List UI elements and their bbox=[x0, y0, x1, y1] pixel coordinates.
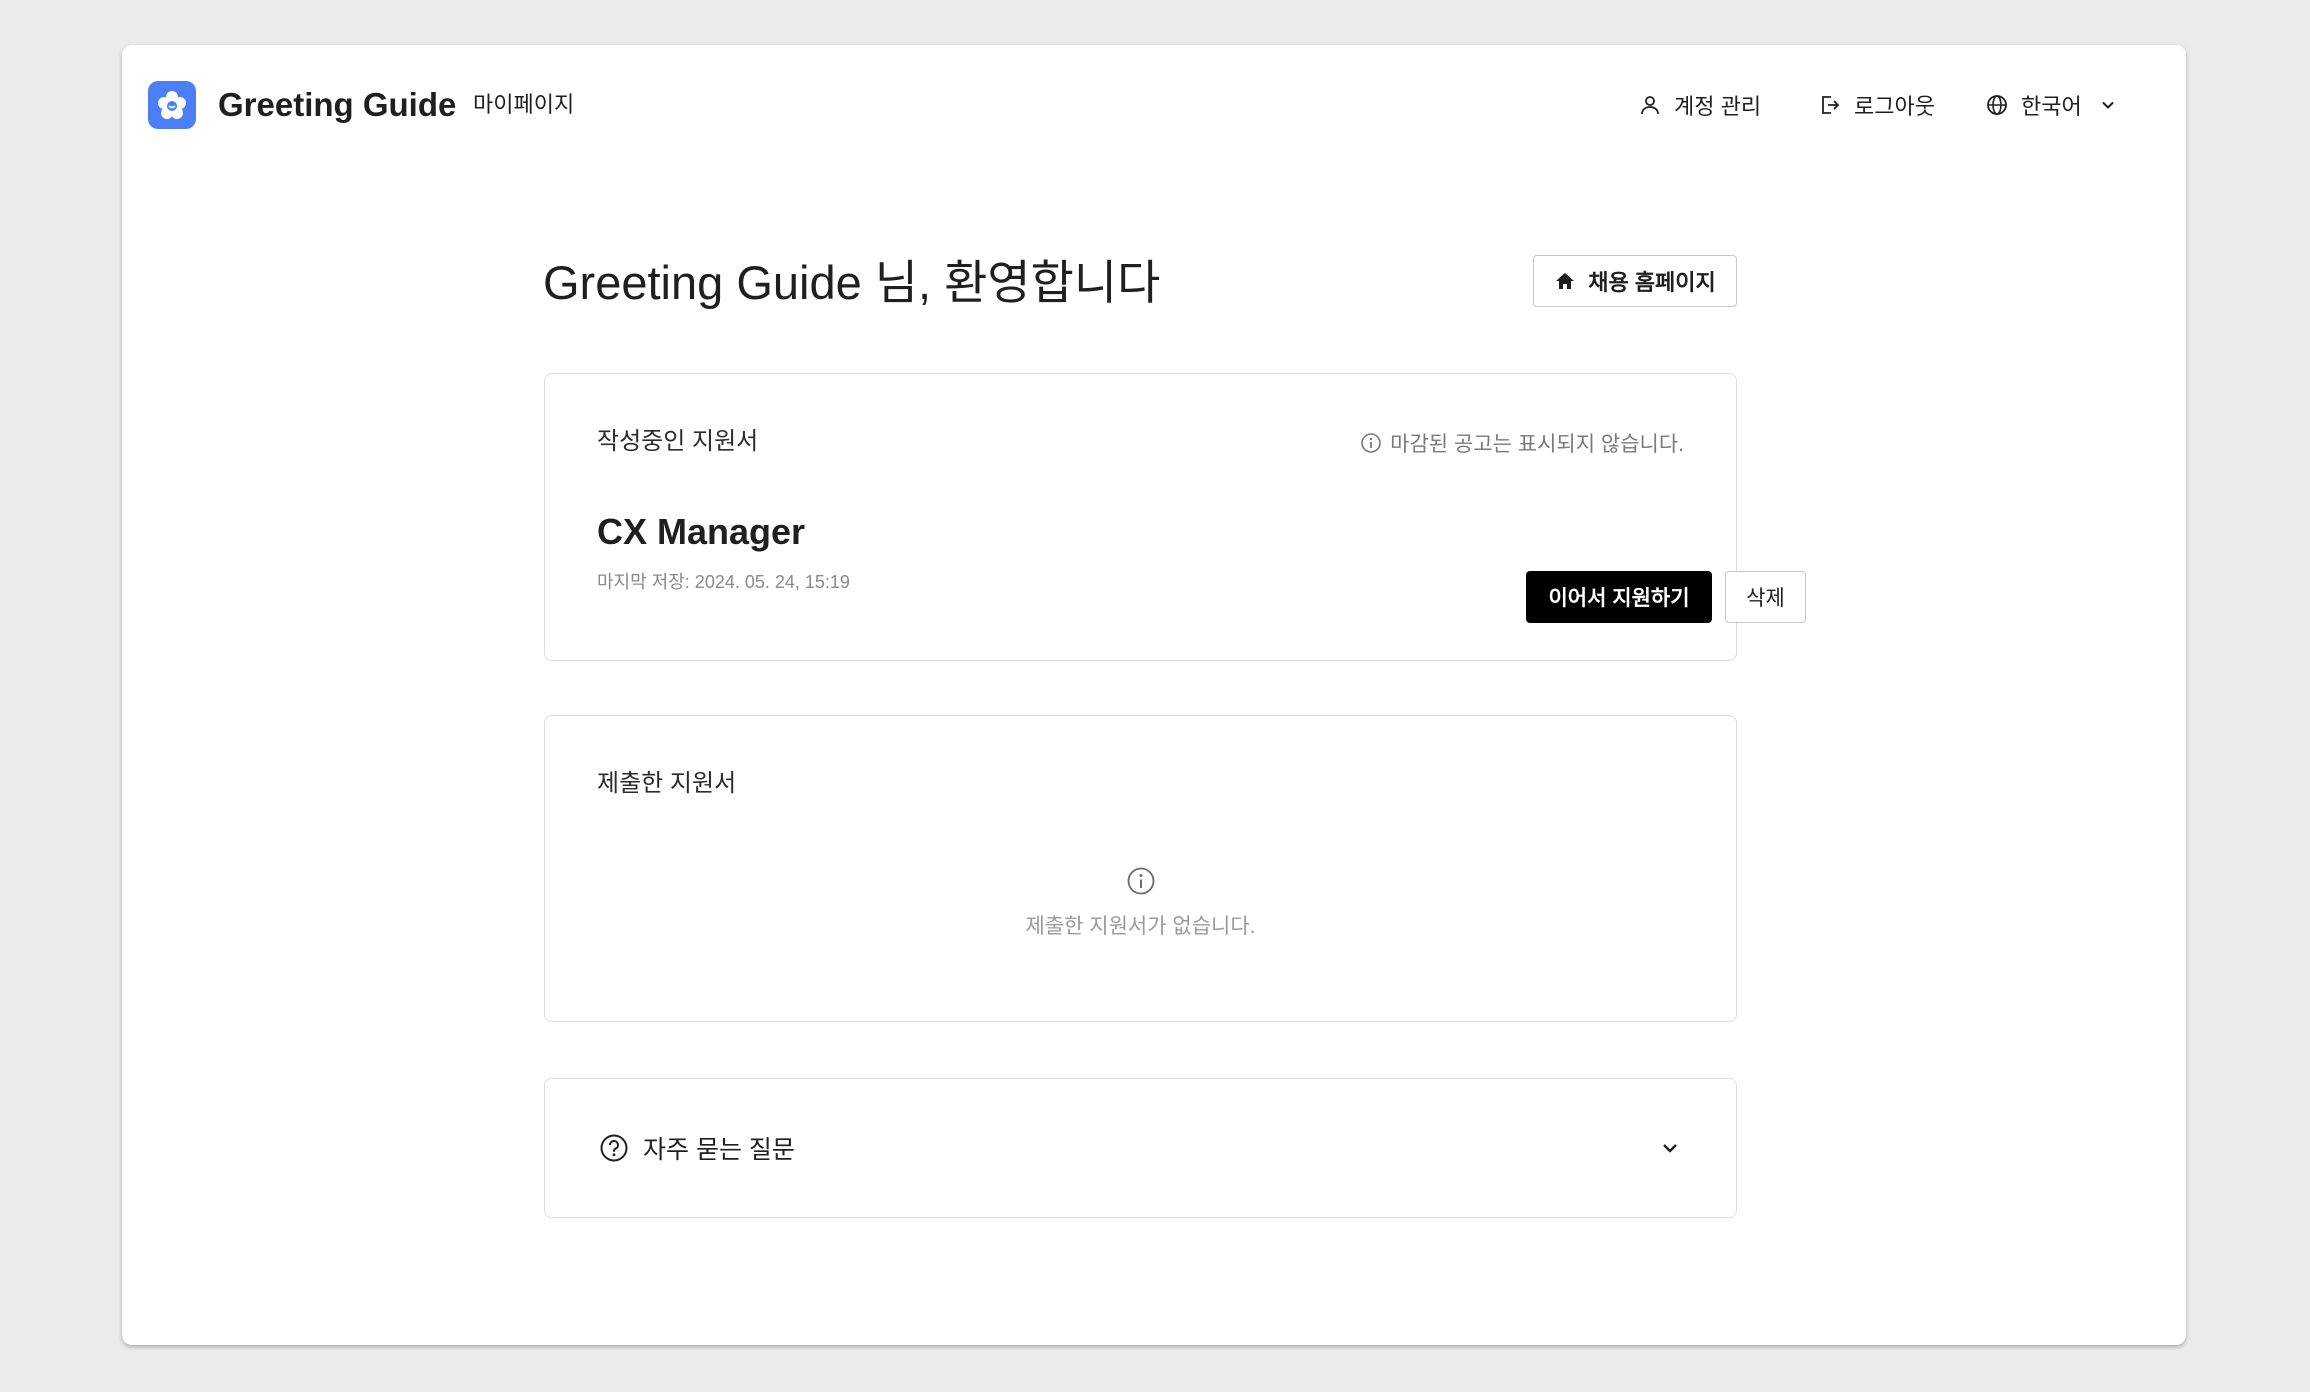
draft-applications-title: 작성중인 지원서 bbox=[597, 428, 759, 455]
account-settings-link[interactable]: 계정 관리 bbox=[1638, 89, 1761, 121]
careers-home-button[interactable]: 채용 홈페이지 bbox=[1533, 255, 1737, 307]
empty-state-message: 제출한 지원서가 없습니다. bbox=[1025, 915, 1256, 938]
delete-application-button[interactable]: 삭제 bbox=[1725, 571, 1806, 623]
chevron-down-icon[interactable] bbox=[1658, 1136, 1682, 1160]
faq-accordion[interactable]: 자주 묻는 질문 bbox=[544, 1078, 1737, 1218]
page-subtitle: 마이페이지 bbox=[473, 92, 575, 117]
careers-home-label: 채용 홈페이지 bbox=[1588, 270, 1716, 295]
account-settings-label: 계정 관리 bbox=[1674, 94, 1762, 119]
info-icon bbox=[1127, 867, 1154, 895]
logout-label: 로그아웃 bbox=[1854, 94, 1935, 119]
user-icon bbox=[1641, 96, 1659, 115]
logout-link[interactable]: 로그아웃 bbox=[1818, 89, 1935, 121]
page-title: Greeting Guide 님, 환영합니다 bbox=[543, 256, 1161, 309]
closed-postings-text: 마감된 공고는 표시되지 않습니다. bbox=[1390, 433, 1684, 456]
closed-postings-notice: 마감된 공고는 표시되지 않습니다. bbox=[1360, 428, 1684, 458]
submitted-applications-card: 제출한 지원서 제출한 지원서가 없습니다. bbox=[544, 715, 1737, 1022]
brand-logo-icon[interactable] bbox=[148, 81, 196, 129]
submitted-applications-title: 제출한 지원서 bbox=[597, 770, 737, 797]
draft-applications-card: 작성중인 지원서 마감된 공고는 표시되지 않습니다. CX Manager 마… bbox=[544, 373, 1806, 661]
faq-title: 자주 묻는 질문 bbox=[643, 1136, 795, 1164]
question-circle-icon bbox=[600, 1134, 628, 1162]
continue-application-button[interactable]: 이어서 지원하기 bbox=[1526, 571, 1712, 623]
language-selector[interactable]: 한국어 bbox=[1985, 89, 2118, 121]
last-saved-timestamp: 마지막 저장: 2024. 05. 24, 15:19 bbox=[597, 572, 850, 592]
logout-icon bbox=[1822, 96, 1840, 114]
language-label: 한국어 bbox=[2021, 94, 2082, 119]
draft-job-title: CX Manager bbox=[597, 511, 806, 552]
chevron-down-icon bbox=[2102, 101, 2114, 109]
info-icon bbox=[1361, 433, 1381, 453]
flower-logo-icon bbox=[158, 91, 186, 119]
brand-name[interactable]: Greeting Guide bbox=[218, 85, 456, 125]
home-icon bbox=[1556, 273, 1575, 289]
empty-state: 제출한 지원서가 없습니다. bbox=[545, 866, 1736, 940]
browser-window: Greeting Guide 마이페이지 계정 관리 로그아웃 한국어 Gree… bbox=[122, 45, 2186, 1345]
globe-icon bbox=[1987, 95, 2007, 115]
faq-header[interactable]: 자주 묻는 질문 bbox=[599, 1128, 1682, 1168]
